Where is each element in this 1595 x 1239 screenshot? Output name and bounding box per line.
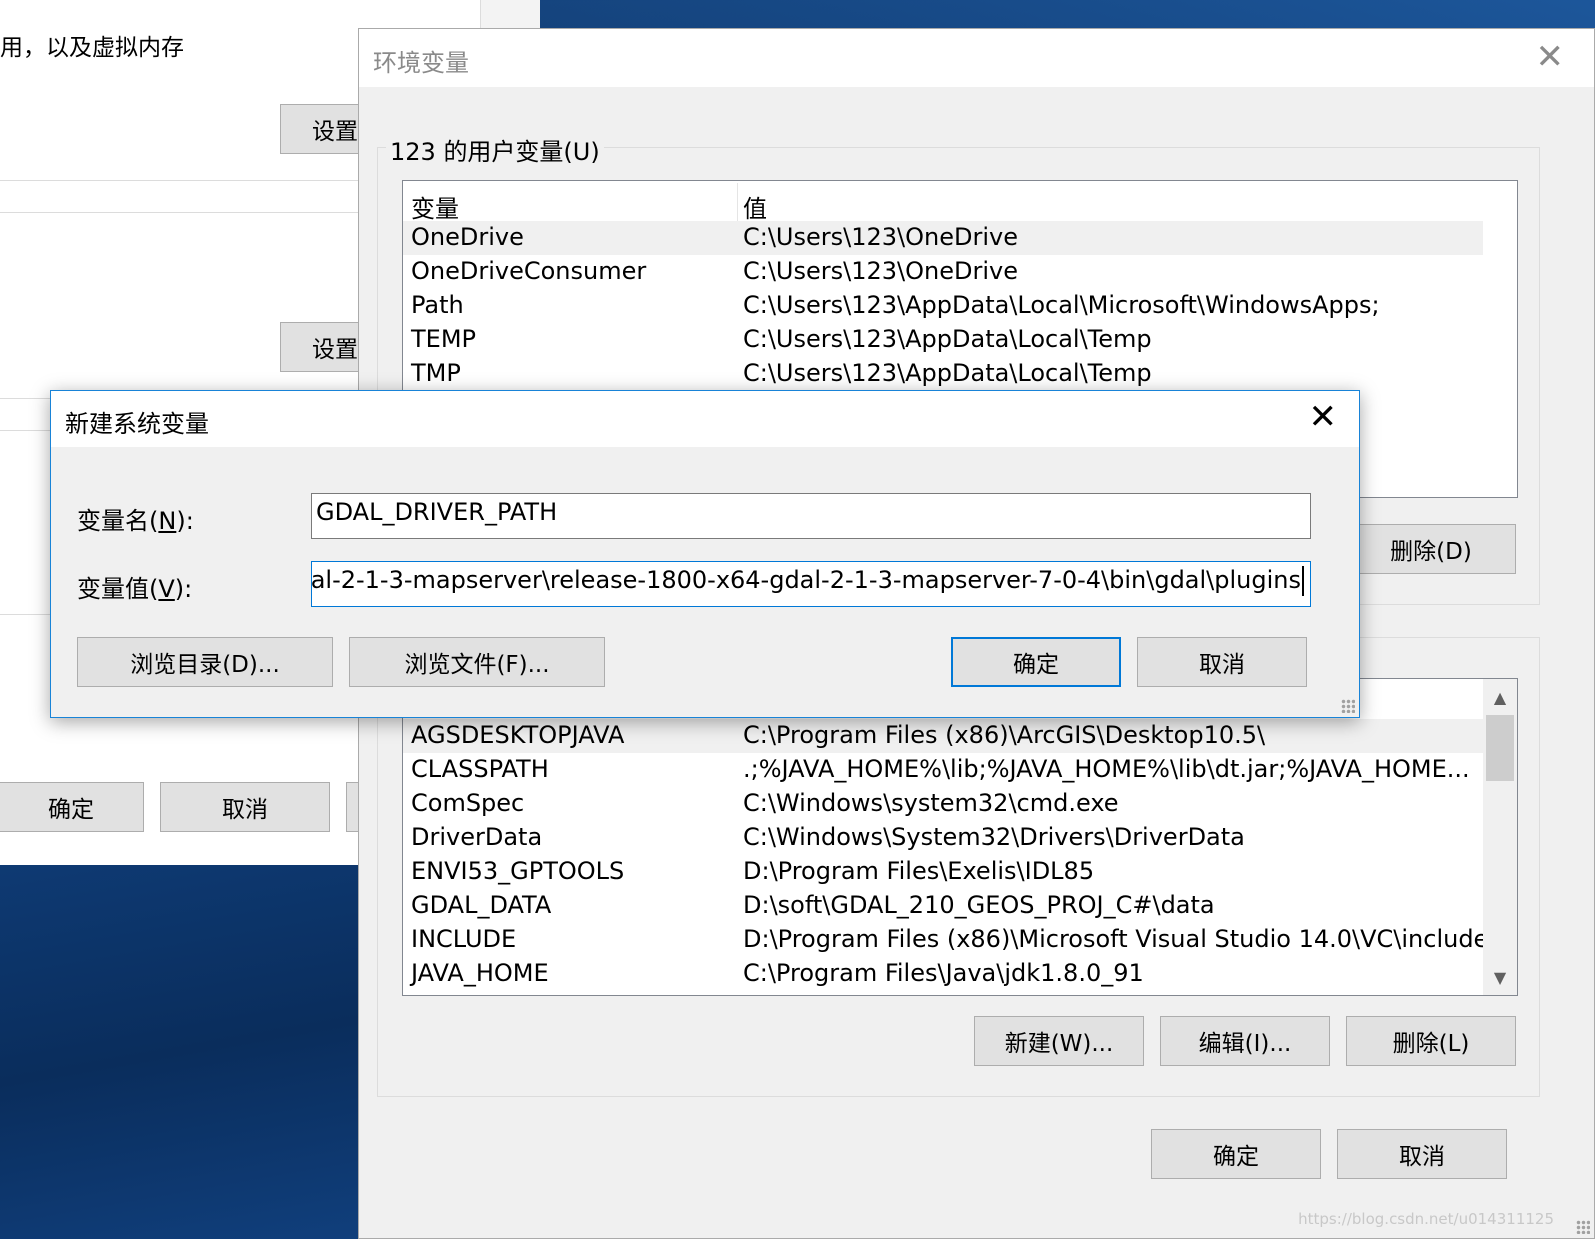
profile-settings-button[interactable]: 设置 [280,322,370,372]
table-row[interactable]: OneDriveConsumer C:\Users\123\OneDrive [403,255,1483,289]
table-row[interactable]: Path C:\Users\123\AppData\Local\Microsof… [403,289,1483,323]
browse-directory-button[interactable]: 浏览目录(D)... [77,637,333,687]
watermark: https://blog.csdn.net/u014311125 [1298,1210,1554,1228]
sysprops-cancel-button[interactable]: 取消 [160,782,330,832]
table-row[interactable]: CLASSPATH .;%JAVA_HOME%\lib;%JAVA_HOME%\… [403,753,1483,787]
performance-settings-button[interactable]: 设置 [280,104,370,154]
scroll-down-icon[interactable]: ▼ [1483,961,1517,993]
new-system-variable-dialog: 新建系统变量 ✕ 变量名(N): GDAL_DRIVER_PATH 变量值(V)… [50,390,1360,718]
resize-grip-icon[interactable] [1341,699,1355,713]
column-header-value[interactable]: 值 [743,189,767,224]
table-row[interactable]: AGSDESKTOPJAVA C:\Program Files (x86)\Ar… [403,719,1483,753]
variable-name-label: 变量名(N): [77,507,194,535]
column-header-name[interactable]: 变量 [411,189,459,224]
variable-name-input[interactable]: GDAL_DRIVER_PATH [311,493,1311,539]
user-delete-button[interactable]: 删除(D) [1346,524,1516,574]
table-row[interactable]: TMP C:\Users\123\AppData\Local\Temp [403,357,1483,391]
user-variables-label: 123 的用户变量(U) [386,132,604,167]
table-row[interactable]: JAVA_HOME C:\Program Files\Java\jdk1.8.0… [403,957,1483,991]
close-icon[interactable]: ✕ [1536,37,1565,77]
column-separator[interactable] [737,183,738,221]
env-cancel-button[interactable]: 取消 [1337,1129,1507,1179]
window-edge [480,0,540,28]
close-icon[interactable]: ✕ [1309,397,1338,437]
dialog-title: 环境变量 [373,49,469,77]
table-row[interactable]: GDAL_DATA D:\soft\GDAL_210_GEOS_PROJ_C#\… [403,889,1483,923]
table-row[interactable]: TEMP C:\Users\123\AppData\Local\Temp [403,323,1483,357]
variable-value-input[interactable]: 4-gdal-2-1-3-mapserver\release-1800-x64-… [311,561,1311,607]
sysprops-ok-button[interactable]: 确定 [0,782,144,832]
divider [0,180,360,181]
table-row[interactable]: ENVI53_GPTOOLS D:\Program Files\Exelis\I… [403,855,1483,889]
desktop-background-lower [0,865,360,1239]
variable-value-label: 变量值(V): [77,575,193,603]
env-ok-button[interactable]: 确定 [1151,1129,1321,1179]
system-new-button[interactable]: 新建(W)... [974,1016,1144,1066]
divider [0,212,360,213]
new-var-cancel-button[interactable]: 取消 [1137,637,1307,687]
browse-file-button[interactable]: 浏览文件(F)... [349,637,605,687]
performance-description: 用，以及虚拟内存 [0,35,184,61]
table-row[interactable]: OneDrive C:\Users\123\OneDrive [403,221,1483,255]
system-edit-button[interactable]: 编辑(I)... [1160,1016,1330,1066]
system-delete-button[interactable]: 删除(L) [1346,1016,1516,1066]
system-variables-scrollbar[interactable]: ▲ ▼ [1483,679,1517,995]
system-variables-list[interactable]: AGSDESKTOPJAVA C:\Program Files (x86)\Ar… [402,678,1518,996]
resize-grip-icon[interactable] [1576,1220,1590,1234]
scroll-thumb[interactable] [1486,715,1514,781]
scroll-up-icon[interactable]: ▲ [1483,681,1517,713]
text-caret [1302,566,1304,596]
table-row[interactable]: DriverData C:\Windows\System32\Drivers\D… [403,821,1483,855]
title-bar: 新建系统变量 ✕ [51,391,1359,447]
list-header: 变量 值 [403,183,1483,224]
table-row[interactable]: ComSpec C:\Windows\system32\cmd.exe [403,787,1483,821]
dialog-title: 新建系统变量 [65,410,209,438]
new-var-ok-button[interactable]: 确定 [951,637,1121,687]
title-bar: 环境变量 ✕ [359,29,1594,87]
table-row[interactable]: INCLUDE D:\Program Files (x86)\Microsoft… [403,923,1517,957]
